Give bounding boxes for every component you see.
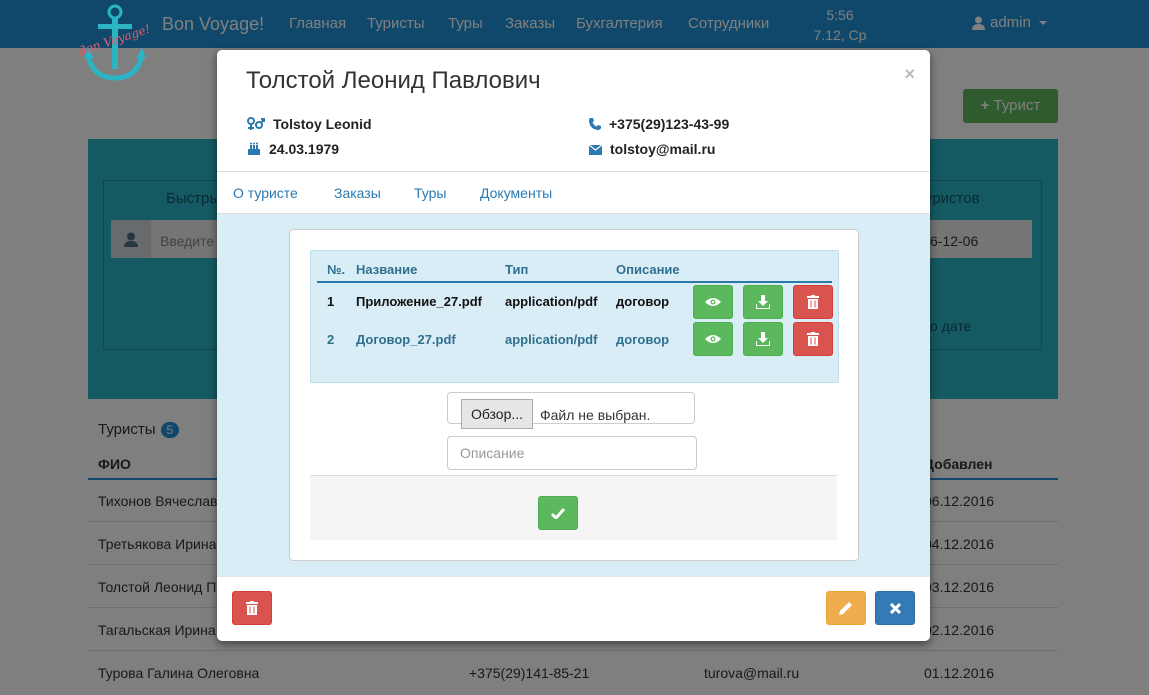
doc-description: договор xyxy=(616,332,670,347)
browse-button[interactable]: Обзор... xyxy=(461,399,533,429)
cake-icon xyxy=(248,142,260,155)
file-input[interactable]: Обзор... Файл не выбран. xyxy=(447,392,695,429)
download-icon xyxy=(756,332,770,346)
description-input[interactable] xyxy=(447,436,697,470)
doc-name: Договор_27.pdf xyxy=(356,332,456,347)
trash-icon xyxy=(807,332,819,346)
latin-name: Tolstoy Leonid xyxy=(273,116,372,132)
tabs-divider xyxy=(217,171,930,172)
trash-icon xyxy=(246,601,258,615)
close-button[interactable] xyxy=(875,591,915,625)
column-header-type: Тип xyxy=(505,262,529,277)
check-icon xyxy=(551,507,565,519)
anchor-logo-icon: Bon Voyage! xyxy=(75,4,152,81)
doc-num: 2 xyxy=(327,332,335,347)
doc-name: Приложение_27.pdf xyxy=(356,294,482,309)
view-button[interactable] xyxy=(693,322,733,356)
phone: +375(29)123-43-99 xyxy=(609,116,730,132)
trash-icon xyxy=(807,295,819,309)
header-divider xyxy=(317,281,832,283)
close-icon xyxy=(889,602,901,614)
logo[interactable]: Bon Voyage! xyxy=(75,2,152,84)
eye-icon xyxy=(705,298,721,306)
doc-type: application/pdf xyxy=(505,294,598,309)
info-birthdate: 24.03.1979 xyxy=(247,141,339,157)
gender-icon xyxy=(247,117,265,130)
documents-panel: №. Название Тип Описание 1 Приложение_27… xyxy=(217,214,930,576)
doc-description: договор xyxy=(616,294,670,309)
tourist-modal: Толстой Леонид Павлович × Tolstoy Leonid… xyxy=(217,50,930,641)
info-email: tolstoy@mail.ru xyxy=(589,141,715,157)
info-phone: +375(29)123-43-99 xyxy=(589,116,729,132)
email: tolstoy@mail.ru xyxy=(610,141,716,157)
pencil-icon xyxy=(839,602,852,615)
doc-num: 1 xyxy=(327,294,335,309)
column-header-num: №. xyxy=(327,262,346,277)
view-button[interactable] xyxy=(693,285,733,319)
tab-tours[interactable]: Туры xyxy=(414,185,446,201)
eye-icon xyxy=(705,335,721,343)
doc-type: application/pdf xyxy=(505,332,598,347)
modal-title: Толстой Леонид Павлович xyxy=(246,67,541,94)
delete-document-button[interactable] xyxy=(793,285,833,319)
phone-icon xyxy=(589,118,601,130)
no-file-label: Файл не выбран. xyxy=(540,407,651,423)
birthdate: 24.03.1979 xyxy=(269,141,340,157)
delete-document-button[interactable] xyxy=(793,322,833,356)
edit-button[interactable] xyxy=(826,591,866,625)
close-icon[interactable]: × xyxy=(904,64,915,85)
documents-table: №. Название Тип Описание 1 Приложение_27… xyxy=(310,250,839,383)
download-button[interactable] xyxy=(743,285,783,319)
download-button[interactable] xyxy=(743,322,783,356)
submit-area xyxy=(310,475,837,540)
delete-tourist-button[interactable] xyxy=(232,591,272,625)
column-header-name: Название xyxy=(356,262,418,277)
tab-documents[interactable]: Документы xyxy=(480,185,552,201)
info-latin-name: Tolstoy Leonid xyxy=(247,116,372,132)
envelope-icon xyxy=(589,144,602,155)
upload-submit-button[interactable] xyxy=(538,496,578,530)
documents-card: №. Название Тип Описание 1 Приложение_27… xyxy=(289,229,859,561)
column-header-description: Описание xyxy=(616,262,680,277)
tab-orders[interactable]: Заказы xyxy=(334,185,381,201)
tab-about[interactable]: О туристе xyxy=(233,185,298,201)
download-icon xyxy=(756,295,770,309)
footer-divider xyxy=(217,576,930,577)
